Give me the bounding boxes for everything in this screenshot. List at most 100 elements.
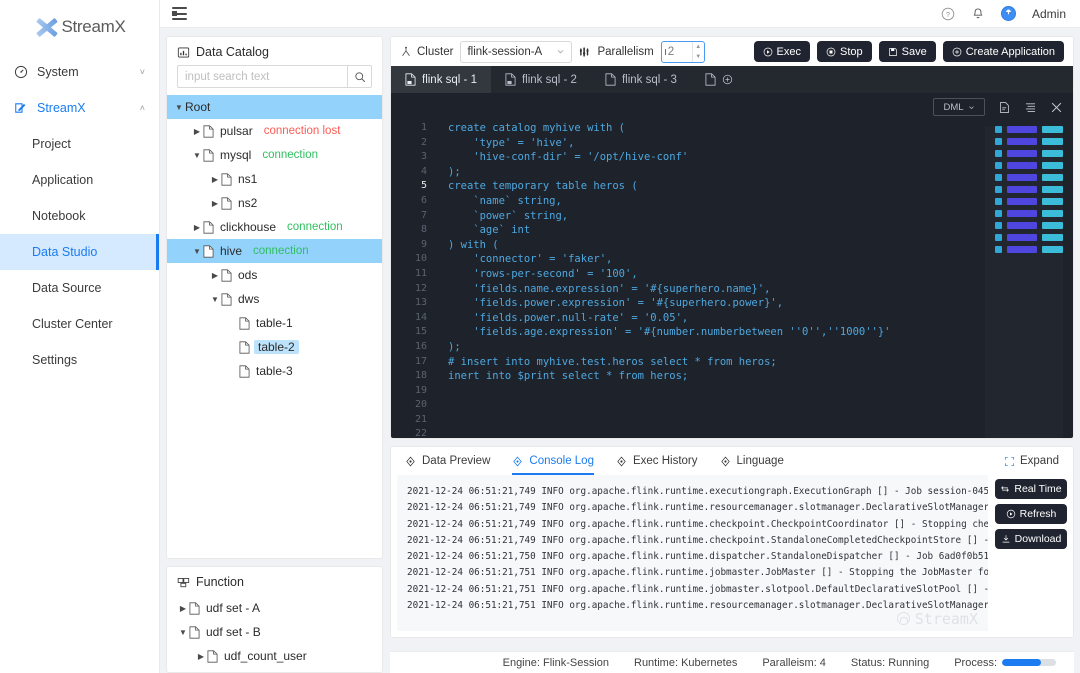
tree-caret-icon[interactable]: ▶	[209, 199, 221, 208]
avatar[interactable]	[1000, 6, 1016, 21]
format-doc-icon[interactable]	[998, 101, 1011, 114]
console-tab[interactable]: Console Log	[512, 447, 594, 475]
bell-icon[interactable]	[971, 7, 985, 21]
catalog-tree-node[interactable]: ▶ clickhouse connection	[167, 215, 382, 239]
dml-mode-select[interactable]: DML	[933, 98, 985, 116]
tree-caret-icon[interactable]: ▶	[177, 604, 189, 613]
catalog-tree-node[interactable]: ▼ Root	[167, 95, 382, 119]
main-area: ? Admin Data Catalog input search text ▼…	[160, 0, 1080, 673]
catalog-tree-node[interactable]: table-3	[167, 359, 382, 383]
code-line: `power` string,	[448, 209, 569, 222]
brand-name: StreamX	[61, 17, 126, 36]
sidebar-item-label: Settings	[32, 353, 78, 367]
console-tab-bar[interactable]: Data Preview Console Log Exec History Lingu…	[391, 447, 1073, 475]
tree-caret-icon[interactable]: ▶	[191, 223, 203, 232]
catalog-tree-node[interactable]: table-1	[167, 311, 382, 335]
editor-tab[interactable]: flink sql - 2	[491, 66, 591, 93]
refresh-button[interactable]: Refresh	[995, 504, 1067, 524]
search-input[interactable]	[177, 65, 347, 88]
tree-caret-icon[interactable]: ▼	[191, 247, 203, 256]
console-tab[interactable]: Data Preview	[405, 447, 490, 475]
sidebar-item-data-source[interactable]: Data Source	[0, 270, 159, 306]
console-tab[interactable]: Exec History	[616, 447, 698, 475]
sidebar-group-system[interactable]: System ˅	[0, 54, 159, 90]
catalog-tree-node[interactable]: ▼ hive connection	[167, 239, 382, 263]
tree-caret-icon[interactable]: ▶	[209, 175, 221, 184]
sidebar-item-notebook[interactable]: Notebook	[0, 198, 159, 234]
sidebar-item-project[interactable]: Project	[0, 126, 159, 162]
tree-caret-icon[interactable]: ▶	[209, 271, 221, 280]
real-time-button[interactable]: Real Time	[995, 479, 1067, 499]
parallelism-stepper[interactable]: 2 ▲ ▼	[660, 40, 705, 63]
code-minimap[interactable]	[985, 126, 1063, 438]
sidebar-item-settings[interactable]: Settings	[0, 342, 159, 378]
catalog-tree-node[interactable]: ▼ mysql connection	[167, 143, 382, 167]
exec-button[interactable]: Exec	[753, 41, 810, 62]
search-button[interactable]	[347, 65, 372, 88]
data-catalog-panel: Data Catalog ▼Root▶pulsarconnection lost…	[166, 36, 383, 559]
sidebar-item-cluster-center[interactable]: Cluster Center	[0, 306, 159, 342]
code-line-number: 19	[414, 384, 427, 396]
sidebar-group-streamx[interactable]: StreamX ˄	[0, 90, 159, 126]
function-tree-node[interactable]: ▶ udf_count_user	[167, 644, 382, 668]
tree-caret-icon[interactable]: ▼	[191, 151, 203, 160]
catalog-tree-node[interactable]: ▶ ns2	[167, 191, 382, 215]
chevron-down-icon	[558, 50, 564, 54]
console-tab[interactable]: Linguage	[720, 447, 784, 475]
function-tree-node[interactable]: ▼ udf set - B	[167, 620, 382, 644]
editor-tab[interactable]: flink sql - 3	[591, 66, 691, 93]
question-circle-icon[interactable]: ?	[941, 7, 955, 21]
app-root: StreamX System ˅ StreamX ˄ Project Appli…	[0, 0, 1080, 673]
top-bar-right: ? Admin	[941, 6, 1066, 21]
collapse-menu-icon[interactable]	[172, 7, 187, 20]
stop-button[interactable]: Stop	[817, 41, 872, 62]
editor-tab-bar[interactable]: flink sql - 1 flink sql - 2 flink sql - 3	[391, 66, 1073, 93]
parallelism-value[interactable]: 2	[662, 46, 692, 58]
catalog-tree[interactable]: ▼ Root ▶ pulsar connection lost ▼ mysql connect…	[167, 95, 382, 558]
code-editor[interactable]: DML 1 2 3 4 5 6 7 8 9 10 11 12 13 14 15 …	[391, 93, 1073, 438]
tree-caret-icon[interactable]: ▶	[191, 127, 203, 136]
sidebar-item-application[interactable]: Application	[0, 162, 159, 198]
save-button[interactable]: Save	[878, 41, 936, 62]
function-tree-node[interactable]: ▶ udf set - A	[167, 596, 382, 620]
chevron-up-icon: ˄	[139, 103, 145, 113]
editor-tab-label: flink sql - 1	[422, 73, 477, 86]
fullscreen-icon[interactable]	[1050, 101, 1063, 114]
stepper-up-icon[interactable]: ▲	[693, 42, 704, 52]
code-line-number: 1	[420, 122, 427, 133]
tree-caret-icon[interactable]: ▶	[195, 652, 207, 661]
cluster-select[interactable]: flink-session-A	[460, 40, 573, 63]
file-icon	[203, 124, 214, 138]
minimap-row	[995, 210, 1063, 217]
brand-logo[interactable]: StreamX	[0, 0, 159, 54]
code-content[interactable]: create catalog myhive with ( 'type' = 'h…	[436, 93, 1073, 438]
align-lines-icon[interactable]	[1024, 101, 1037, 114]
file-icon	[705, 73, 716, 86]
data-catalog-title: Data Catalog	[196, 45, 269, 59]
catalog-node-label: table-1	[256, 316, 293, 330]
tree-caret-icon[interactable]: ▼	[209, 295, 221, 304]
create-application-button[interactable]: Create Application	[942, 41, 1064, 62]
parallelism-spinner[interactable]: ▲ ▼	[691, 41, 704, 62]
console-side-buttons: Real Time Refresh Download	[995, 475, 1067, 631]
catalog-tree-node[interactable]: ▼ dws	[167, 287, 382, 311]
status-parallelism: Paralleism: 4	[762, 656, 826, 669]
expand-button[interactable]: Expand	[1004, 455, 1059, 467]
tree-caret-icon[interactable]: ▼	[177, 628, 189, 637]
catalog-tree-node[interactable]: ▶ ns1	[167, 167, 382, 191]
tree-caret-icon[interactable]: ▼	[173, 103, 185, 112]
new-tab-button[interactable]	[691, 66, 747, 93]
sidebar-item-data-studio[interactable]: Data Studio	[0, 234, 159, 270]
download-button[interactable]: Download	[995, 529, 1067, 549]
sidebar-item-label: Cluster Center	[32, 317, 113, 331]
catalog-tree-node[interactable]: ▶ ods	[167, 263, 382, 287]
plus-circle-icon[interactable]	[722, 74, 733, 85]
function-tree[interactable]: ▶ udf set - A ▼ udf set - B ▶ udf_count_user	[167, 595, 382, 668]
stepper-down-icon[interactable]: ▼	[693, 52, 704, 62]
catalog-tree-node[interactable]: ▶ pulsar connection lost	[167, 119, 382, 143]
console-log-output[interactable]: 2021-12-24 06:51:21,749 INFO org.apache.…	[397, 475, 988, 631]
code-line-number: 13	[414, 297, 427, 309]
code-line: 'fields.power.expression' = '#{superhero…	[448, 297, 784, 310]
catalog-tree-node[interactable]: table-2	[167, 335, 382, 359]
editor-tab[interactable]: flink sql - 1	[391, 66, 491, 93]
